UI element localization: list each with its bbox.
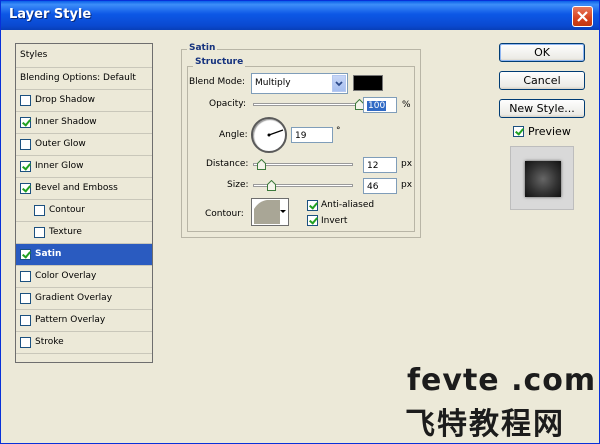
chevron-down-icon [332, 75, 346, 92]
satin-group-title: Satin [187, 43, 218, 53]
style-item-pattern-overlay[interactable]: Pattern Overlay [16, 310, 152, 332]
size-slider-thumb[interactable] [266, 180, 276, 191]
style-item-inner-shadow[interactable]: Inner Shadow [16, 112, 152, 134]
anti-aliased-checkbox[interactable] [307, 200, 318, 211]
styles-header-label: Styles [20, 50, 48, 60]
style-checkbox[interactable] [20, 183, 31, 194]
style-checkbox[interactable] [20, 139, 31, 150]
contour-picker[interactable] [251, 198, 289, 226]
distance-value: 12 [367, 161, 379, 171]
style-item-satin[interactable]: Satin [16, 244, 152, 266]
style-item-outer-glow[interactable]: Outer Glow [16, 134, 152, 156]
blending-options-item[interactable]: Blending Options: Default [16, 68, 152, 90]
style-checkbox[interactable] [20, 315, 31, 326]
styles-header[interactable]: Styles [16, 44, 152, 68]
ok-button[interactable]: OK [499, 43, 585, 62]
invert-checkbox[interactable] [307, 215, 318, 226]
anti-aliased-label: Anti-aliased [321, 200, 375, 210]
style-item-color-overlay[interactable]: Color Overlay [16, 266, 152, 288]
contour-label: Contour: [205, 209, 244, 219]
blend-mode-value: Multiply [255, 78, 291, 88]
opacity-input[interactable]: 100 [363, 97, 397, 113]
close-button[interactable] [572, 6, 593, 27]
style-item-label: Drop Shadow [35, 95, 96, 105]
angle-needle-icon [267, 129, 284, 137]
style-item-label: Stroke [35, 337, 64, 347]
opacity-label: Opacity: [209, 99, 246, 109]
style-item-label: Pattern Overlay [35, 315, 106, 325]
angle-label: Angle: [219, 130, 248, 140]
angle-value: 19 [295, 131, 307, 141]
opacity-unit: % [402, 100, 411, 110]
distance-slider[interactable] [253, 163, 353, 166]
window-title: Layer Style [9, 7, 92, 22]
blend-mode-select[interactable]: Multiply [251, 73, 348, 94]
watermark-chinese: 飞特教程网 [405, 407, 565, 442]
style-checkbox[interactable] [20, 95, 31, 106]
size-value: 46 [367, 182, 379, 192]
preview-swatch [525, 161, 561, 197]
style-item-label: Satin [35, 249, 62, 259]
style-item-label: Color Overlay [35, 271, 97, 281]
style-item-inner-glow[interactable]: Inner Glow [16, 156, 152, 178]
style-item-bevel-and-emboss[interactable]: Bevel and Emboss [16, 178, 152, 200]
style-item-gradient-overlay[interactable]: Gradient Overlay [16, 288, 152, 310]
opacity-slider[interactable] [253, 103, 359, 106]
cancel-button[interactable]: Cancel [499, 71, 585, 90]
style-item-texture[interactable]: Texture [16, 222, 152, 244]
invert-label: Invert [321, 216, 348, 226]
distance-input[interactable]: 12 [363, 157, 397, 173]
size-input[interactable]: 46 [363, 178, 397, 194]
style-item-contour[interactable]: Contour [16, 200, 152, 222]
style-item-label: Bevel and Emboss [35, 183, 118, 193]
contour-dropdown-icon [280, 210, 286, 213]
preview-label: Preview [528, 125, 571, 138]
style-checkbox[interactable] [34, 227, 45, 238]
style-item-label: Inner Glow [35, 161, 84, 171]
new-style-button[interactable]: New Style... [499, 99, 585, 118]
size-label: Size: [227, 180, 249, 190]
style-checkbox[interactable] [20, 271, 31, 282]
style-checkbox[interactable] [20, 337, 31, 348]
style-item-label: Contour [49, 205, 85, 215]
watermark-text: fevte .com [407, 363, 597, 398]
structure-group-title: Structure [193, 57, 246, 67]
title-bar: Layer Style [1, 1, 599, 30]
distance-label: Distance: [206, 159, 249, 169]
style-checkbox[interactable] [20, 249, 31, 260]
preview-checkbox[interactable] [513, 126, 524, 137]
style-item-drop-shadow[interactable]: Drop Shadow [16, 90, 152, 112]
style-item-label: Outer Glow [35, 139, 86, 149]
satin-color-swatch[interactable] [353, 75, 383, 91]
style-checkbox[interactable] [20, 161, 31, 172]
style-item-label: Inner Shadow [35, 117, 97, 127]
angle-input[interactable]: 19 [291, 127, 333, 143]
angle-dial[interactable] [251, 117, 287, 153]
style-item-label: Texture [49, 227, 82, 237]
size-unit: px [401, 180, 413, 190]
style-checkbox[interactable] [20, 293, 31, 304]
style-item-stroke[interactable]: Stroke [16, 332, 152, 354]
close-icon [577, 11, 588, 22]
styles-list: Styles Blending Options: Default Drop Sh… [15, 43, 153, 363]
layer-style-dialog: Layer Style Styles Blending Options: Def… [0, 0, 600, 444]
opacity-value: 100 [367, 101, 387, 111]
contour-curve-icon [254, 200, 280, 224]
blend-mode-label: Blend Mode: [189, 77, 246, 87]
distance-unit: px [401, 159, 413, 169]
distance-slider-thumb[interactable] [256, 159, 266, 170]
angle-unit: ° [336, 126, 341, 136]
style-item-label: Gradient Overlay [35, 293, 113, 303]
style-checkbox[interactable] [20, 117, 31, 128]
preview-thumbnail [510, 146, 574, 210]
style-checkbox[interactable] [34, 205, 45, 216]
blending-options-label: Blending Options: Default [20, 73, 136, 83]
